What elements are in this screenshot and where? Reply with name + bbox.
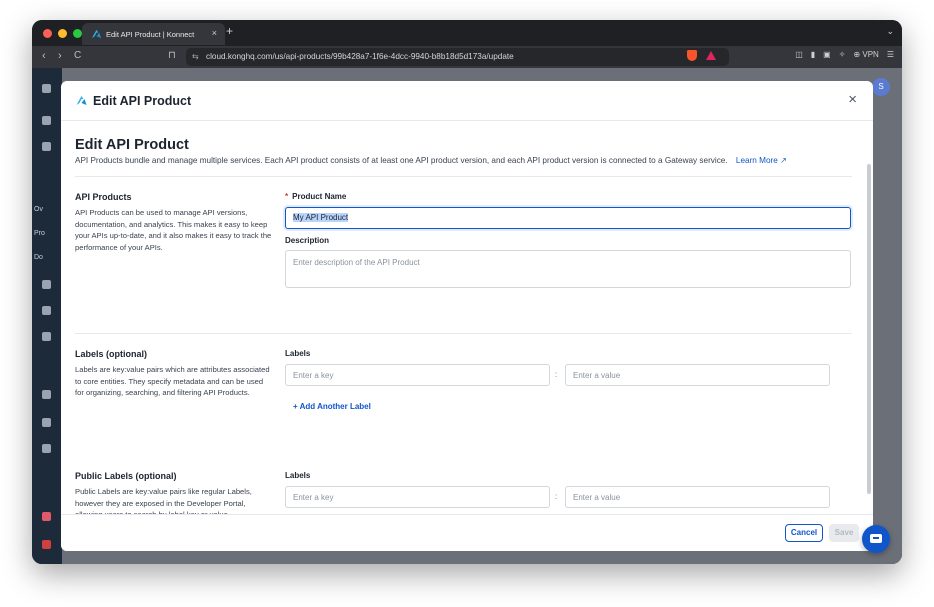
close-window-button[interactable] bbox=[43, 29, 52, 38]
learn-more-link[interactable]: Learn More ↗ bbox=[736, 156, 787, 165]
close-icon[interactable]: × bbox=[848, 91, 857, 108]
product-name-value: My API Product bbox=[293, 213, 349, 222]
chat-support-button[interactable] bbox=[862, 525, 890, 553]
divider bbox=[75, 176, 852, 177]
brave-rewards-icon[interactable] bbox=[706, 51, 716, 60]
label-value-input[interactable] bbox=[565, 364, 830, 386]
section-description-labels: Labels are key:value pairs which are att… bbox=[75, 365, 270, 397]
cancel-button[interactable]: Cancel bbox=[785, 524, 823, 542]
browser-toolbar-icons: ◫ ▮ ▣ ✧ ⊕ VPN ☰ bbox=[795, 50, 894, 59]
modal-scrollbar[interactable] bbox=[867, 164, 871, 494]
tab-bar: Edit API Product | Konnect × + ⌄ bbox=[32, 20, 902, 46]
product-name-label: * Product Name bbox=[285, 192, 346, 201]
sidebar-nav-icon[interactable] bbox=[42, 306, 51, 315]
tab-close-icon[interactable]: × bbox=[212, 28, 217, 38]
sidebar-icon[interactable]: ▮ bbox=[811, 50, 815, 59]
back-icon[interactable]: ‹ bbox=[42, 50, 46, 62]
window-controls bbox=[43, 29, 82, 38]
section-title-public-labels: Public Labels (optional) bbox=[75, 471, 177, 481]
subtitle-text: API Products bundle and manage multiple … bbox=[75, 156, 728, 165]
brave-shields-icon[interactable] bbox=[687, 50, 697, 61]
required-mark: * bbox=[285, 192, 289, 201]
vpn-button[interactable]: ⊕ VPN bbox=[853, 50, 878, 59]
browser-tab[interactable]: Edit API Product | Konnect × bbox=[82, 23, 225, 45]
sidebar-nav-icon[interactable] bbox=[42, 390, 51, 399]
konnect-logo-icon bbox=[91, 29, 102, 39]
konnect-logo-icon bbox=[76, 96, 87, 105]
site-settings-icon[interactable]: ⇆ bbox=[192, 48, 199, 66]
sidebar-nav-icon[interactable] bbox=[42, 444, 51, 453]
url-text: cloud.konghq.com/us/api-products/99b428a… bbox=[206, 52, 514, 61]
menu-icon[interactable]: ☰ bbox=[887, 50, 894, 59]
modal-footer: Cancel Save bbox=[61, 514, 873, 551]
modal-title: Edit API Product bbox=[93, 94, 192, 108]
section-description-api-products: API Products can be used to manage API v… bbox=[75, 208, 272, 252]
minimize-window-button[interactable] bbox=[58, 29, 67, 38]
sidebar-nav-icon[interactable] bbox=[42, 116, 51, 125]
sidebar-nav-icon[interactable] bbox=[42, 280, 51, 289]
description-textarea[interactable] bbox=[285, 250, 851, 288]
sidebar-nav-icon[interactable] bbox=[42, 540, 51, 549]
extensions-icon[interactable]: ◫ bbox=[795, 50, 803, 59]
leo-icon[interactable]: ✧ bbox=[839, 50, 846, 59]
wallet-icon[interactable]: ▣ bbox=[823, 50, 831, 59]
forward-icon[interactable]: › bbox=[58, 50, 62, 62]
maximize-window-button[interactable] bbox=[73, 29, 82, 38]
label-key-input[interactable] bbox=[285, 364, 550, 386]
public-labels-field-label: Labels bbox=[285, 471, 311, 480]
public-label-value-input[interactable] bbox=[565, 486, 830, 508]
tab-menu-icon[interactable]: ⌄ bbox=[886, 26, 894, 37]
sidebar-nav-icon[interactable] bbox=[42, 332, 51, 341]
key-value-separator: : bbox=[555, 492, 558, 501]
sidebar-nav-icon[interactable] bbox=[42, 84, 51, 93]
key-value-separator: : bbox=[555, 370, 558, 379]
description-label: Description bbox=[285, 236, 330, 245]
vpn-label: VPN bbox=[862, 50, 879, 59]
save-button[interactable]: Save bbox=[829, 524, 859, 542]
navigation-bar: ‹ › C ⊓ ⇆ cloud.konghq.com/us/api-produc… bbox=[32, 46, 902, 68]
modal-header: Edit API Product × bbox=[61, 81, 873, 121]
labels-field-label: Labels bbox=[285, 349, 311, 358]
page-subtitle: API Products bundle and manage multiple … bbox=[75, 155, 787, 165]
section-title-api-products: API Products bbox=[75, 192, 132, 202]
bookmark-icon[interactable]: ⊓ bbox=[168, 50, 176, 61]
sidebar-nav-icon[interactable] bbox=[42, 142, 51, 151]
reload-icon[interactable]: C bbox=[74, 50, 81, 61]
modal-body: Edit API Product API Products bundle and… bbox=[61, 122, 873, 514]
public-label-key-input[interactable] bbox=[285, 486, 550, 508]
section-title-labels: Labels (optional) bbox=[75, 349, 147, 359]
add-another-label-button[interactable]: + Add Another Label bbox=[293, 402, 371, 411]
divider bbox=[75, 333, 852, 334]
sidebar-item-docs[interactable]: Do bbox=[34, 254, 43, 261]
sidebar-nav-icon[interactable] bbox=[42, 512, 51, 521]
avatar[interactable]: S bbox=[872, 78, 890, 96]
page-title: Edit API Product bbox=[75, 137, 189, 153]
tab-title: Edit API Product | Konnect bbox=[106, 29, 195, 39]
section-description-public-labels: Public Labels are key:value pairs like r… bbox=[75, 487, 252, 514]
new-tab-button[interactable]: + bbox=[226, 24, 233, 38]
address-bar[interactable]: ⇆ cloud.konghq.com/us/api-products/99b42… bbox=[186, 48, 729, 66]
app-sidebar: Ov Pro Do bbox=[32, 68, 62, 564]
edit-api-product-modal: Edit API Product × Edit API Product API … bbox=[61, 81, 873, 551]
sidebar-nav-icon[interactable] bbox=[42, 418, 51, 427]
chat-icon bbox=[870, 534, 882, 543]
sidebar-item-overview[interactable]: Ov bbox=[34, 206, 43, 213]
product-name-label-text: Product Name bbox=[292, 192, 347, 201]
sidebar-item-products[interactable]: Pro bbox=[34, 230, 45, 237]
product-name-input[interactable]: My API Product bbox=[285, 207, 851, 229]
